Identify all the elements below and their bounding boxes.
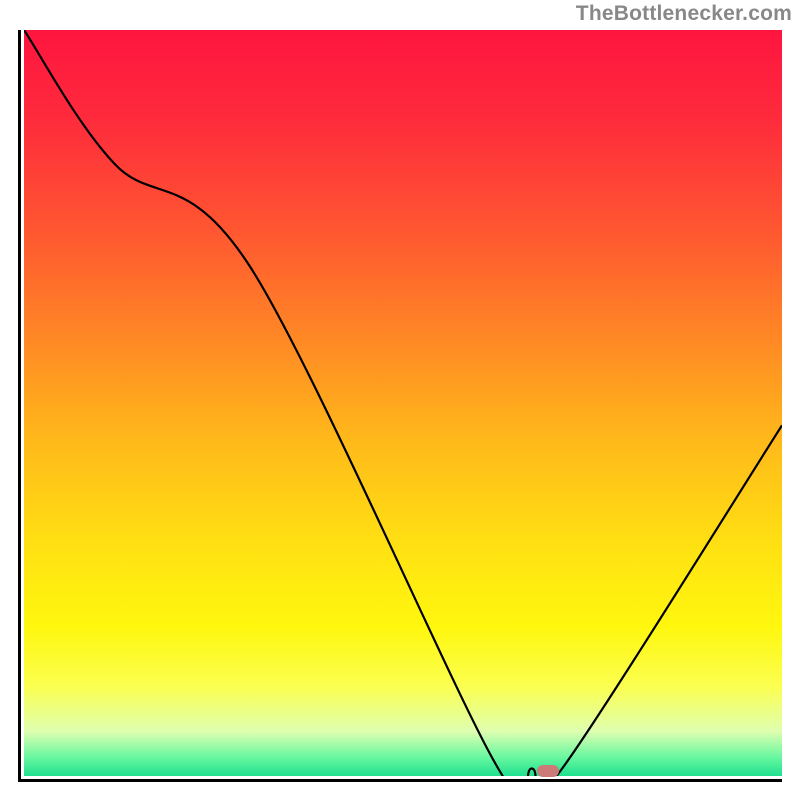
curve-svg [24, 30, 782, 776]
optimal-marker [537, 765, 559, 777]
attribution-label: TheBottlenecker.com [576, 2, 792, 26]
plot-axes [18, 30, 782, 782]
plot-area [18, 30, 782, 782]
chart-container: TheBottlenecker.com [0, 0, 800, 800]
bottleneck-curve-path [24, 30, 782, 776]
